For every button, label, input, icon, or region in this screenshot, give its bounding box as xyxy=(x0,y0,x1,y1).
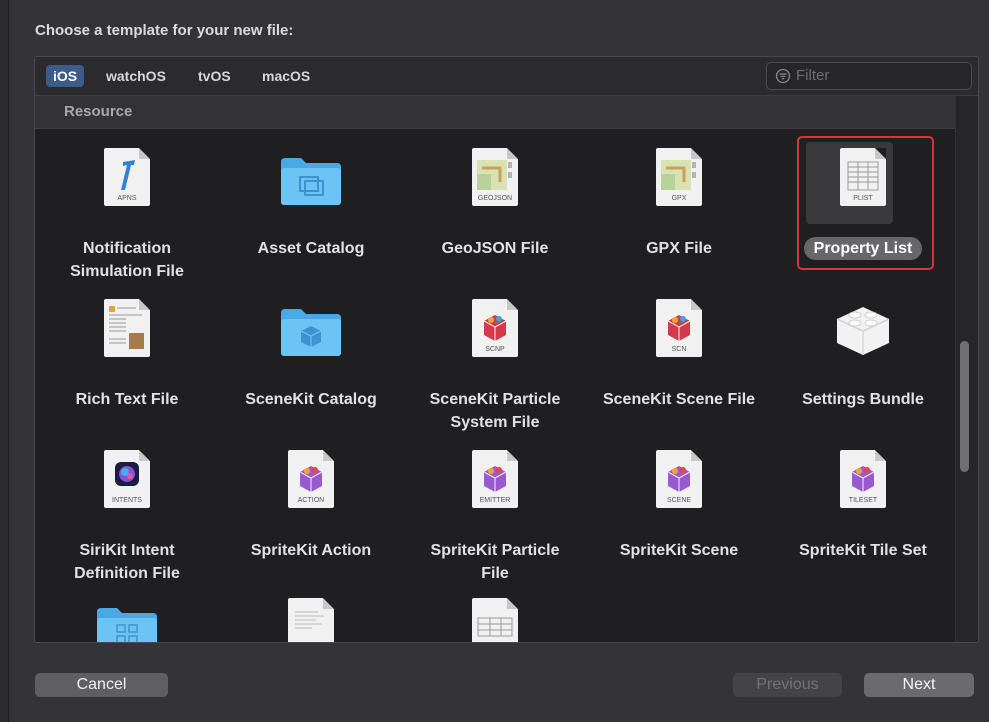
template-label: GeoJSON File xyxy=(441,240,549,257)
template-spritekit-action[interactable]: ACTION SpriteKit Action xyxy=(231,444,391,562)
rich-text-file-icon xyxy=(104,299,150,357)
template-spritekit-scene[interactable]: SCENE SpriteKit Scene xyxy=(599,444,759,562)
template-label: SpriteKit Particle File xyxy=(430,542,560,582)
section-title: Resource xyxy=(64,103,133,120)
template-label: SceneKit Scene File xyxy=(602,391,756,408)
scenekit-file-icon: SCNP xyxy=(472,299,518,357)
table-file-icon xyxy=(472,598,518,642)
template-label: SiriKit Intent Definition File xyxy=(74,542,180,582)
folder-icon xyxy=(97,608,157,642)
map-file-icon: GEOJSON xyxy=(472,148,518,206)
template-notification-simulation-file[interactable]: APNS Notification Simulation File xyxy=(47,142,207,283)
template-label: SceneKit Particle System File xyxy=(429,391,561,431)
tab-tvos[interactable]: tvOS xyxy=(191,65,238,87)
spritekit-file-icon: EMITTER xyxy=(472,450,518,508)
template-label: Settings Bundle xyxy=(802,391,924,408)
template-asset-catalog[interactable]: Asset Catalog xyxy=(231,142,391,260)
template-gpx-file[interactable]: GPX GPX File xyxy=(599,142,759,260)
template-label: SpriteKit Scene xyxy=(619,542,739,559)
scn-ext: SCN xyxy=(671,346,687,353)
template-geojson-file[interactable]: GEOJSON GeoJSON File xyxy=(415,142,575,260)
text-file-icon xyxy=(288,598,334,642)
tab-ios[interactable]: iOS xyxy=(46,65,85,87)
spritekit-file-icon: SCENE xyxy=(656,450,702,508)
section-header: Resource xyxy=(35,96,955,129)
action-ext: ACTION xyxy=(297,497,325,504)
lego-brick-icon xyxy=(836,307,890,355)
scrollbar-thumb[interactable] xyxy=(960,341,969,472)
template-label: Rich Text File xyxy=(75,391,179,408)
template-spritekit-particle-file[interactable]: EMITTER SpriteKit Particle File xyxy=(415,444,575,585)
intents-file-icon: INTENTS xyxy=(104,450,150,508)
tileset-ext: TILESET xyxy=(848,497,878,504)
template-scenekit-particle-system-file[interactable]: SCNP SceneKit Particle System File xyxy=(415,293,575,434)
platform-tab-bar: iOS watchOS tvOS macOS Filter xyxy=(35,57,978,96)
previous-button[interactable]: Previous xyxy=(733,673,842,697)
emitter-ext: EMITTER xyxy=(479,497,511,504)
template-label: SpriteKit Action xyxy=(250,542,372,559)
dialog-title: Choose a template for your new file: xyxy=(35,22,294,39)
map-file-icon: GPX xyxy=(656,148,702,206)
filter-icon xyxy=(775,68,791,84)
tab-watchos[interactable]: watchOS xyxy=(99,65,173,87)
intents-ext: INTENTS xyxy=(112,497,142,504)
template-settings-bundle[interactable]: Settings Bundle xyxy=(783,293,943,411)
template-label: SceneKit Catalog xyxy=(245,391,377,408)
scene-ext: SCENE xyxy=(666,497,692,504)
template-sirikit-intent-definition-file[interactable]: INTENTS SiriKit Intent Definition File xyxy=(47,444,207,585)
gpx-ext: GPX xyxy=(671,195,687,202)
folder-icon xyxy=(281,309,341,356)
cancel-button[interactable]: Cancel xyxy=(35,673,168,697)
spritekit-file-icon: TILESET xyxy=(840,450,886,508)
template-label: Notification Simulation File xyxy=(70,240,184,280)
apns-ext: APNS xyxy=(117,195,137,202)
template-label: SpriteKit Tile Set xyxy=(799,542,927,559)
filter-input[interactable]: Filter xyxy=(766,62,972,90)
template-spritekit-tile-set[interactable]: TILESET SpriteKit Tile Set xyxy=(783,444,943,562)
folder-icon xyxy=(281,158,341,205)
apns-file-icon: APNS xyxy=(104,148,150,206)
template-rich-text-file[interactable]: Rich Text File xyxy=(47,293,207,411)
tab-macos[interactable]: macOS xyxy=(255,65,317,87)
template-label: GPX File xyxy=(646,240,712,257)
scenekit-file-icon: SCN xyxy=(656,299,702,357)
template-label: Asset Catalog xyxy=(257,240,365,257)
geojson-ext: GEOJSON xyxy=(477,195,513,202)
next-button[interactable]: Next xyxy=(864,673,974,697)
selection-outline xyxy=(797,136,934,270)
spritekit-file-icon: ACTION xyxy=(288,450,334,508)
scnp-ext: SCNP xyxy=(485,346,505,353)
filter-placeholder: Filter xyxy=(796,67,830,84)
template-scenekit-scene-file[interactable]: SCN SceneKit Scene File xyxy=(599,293,759,411)
template-scenekit-catalog[interactable]: SceneKit Catalog xyxy=(231,293,391,411)
